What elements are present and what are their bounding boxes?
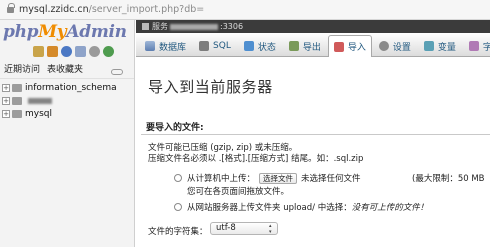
link-icon[interactable] <box>111 69 123 75</box>
upload-server-radio[interactable] <box>174 203 182 211</box>
redaction-mark <box>170 23 218 30</box>
expand-icon[interactable]: + <box>2 110 10 118</box>
tree-item-mysql[interactable]: + mysql <box>2 109 134 119</box>
divider <box>0 78 134 79</box>
upload-server-row[interactable]: 从网站服务器上传文件夹 upload/ 中选择：没有可上传的文件！ <box>174 201 428 213</box>
upload-computer-row[interactable]: 从计算机中上传： 选择文件 未选择任何文件 <box>174 172 361 184</box>
nav-icon-row <box>33 46 114 57</box>
lock-icon <box>7 2 15 14</box>
tab-export[interactable]: 导出 <box>283 35 327 56</box>
compression-example: 压缩文件名必须以 .[格式].[压缩方式] 结尾。如：.sql.zip <box>148 154 364 164</box>
tree-item-label[interactable]: mysql <box>25 109 52 119</box>
address-bar[interactable]: mysql.zzidc.cn/server_import.php?db= <box>0 0 490 20</box>
drag-drop-hint: 您可在各页面间拖放文件。 <box>187 187 290 197</box>
tab-sql[interactable]: SQL <box>193 35 237 56</box>
variables-icon <box>423 41 434 51</box>
reload-icon[interactable] <box>103 46 114 57</box>
favorites-link[interactable]: 表收藏夹 <box>47 62 83 75</box>
recent-link[interactable]: 近期访问 <box>4 62 40 75</box>
database-icon <box>12 110 22 118</box>
settings-icon[interactable] <box>89 46 100 57</box>
database-icon[interactable] <box>47 46 58 57</box>
tree-item-information-schema[interactable]: + information_schema <box>2 83 134 93</box>
max-size-note: (最大限制：50 MB <box>412 174 485 184</box>
export-icon <box>288 41 299 51</box>
breadcrumb-prefix: 服务 <box>152 22 168 31</box>
tab-bar: 数据库 SQL 状态 导出 导入 设置 变量 字 <box>136 33 490 57</box>
import-page: 导入到当前服务器 要导入的文件: 文件可能已压缩 (gzip, zip) 或未压… <box>136 58 490 247</box>
tab-status[interactable]: 状态 <box>238 35 282 56</box>
sql-icon <box>199 41 210 51</box>
import-icon <box>333 41 344 52</box>
breadcrumb-port: :3306 <box>220 22 244 31</box>
left-navigation: phpMyAdmin 近期访问 表收藏夹 + information_schem… <box>0 20 135 247</box>
database-icon <box>145 41 155 51</box>
tab-databases[interactable]: 数据库 <box>139 35 192 56</box>
tab-variables[interactable]: 变量 <box>418 35 462 56</box>
help-icon[interactable] <box>61 46 72 57</box>
section-heading: 要导入的文件: <box>146 123 204 133</box>
choose-file-button[interactable]: 选择文件 <box>259 173 298 184</box>
server-icon <box>142 23 149 30</box>
redaction-mark <box>28 98 52 104</box>
tree-item-label[interactable]: information_schema <box>25 83 117 93</box>
upload-server-label[interactable]: 从网站服务器上传文件夹 upload/ 中选择： <box>187 203 352 213</box>
status-icon <box>243 41 254 51</box>
charset-select[interactable]: utf-8 <box>210 222 278 235</box>
url-text[interactable]: mysql.zzidc.cn/server_import.php?db= <box>19 4 204 15</box>
phpmyadmin-logo[interactable]: phpMyAdmin <box>3 22 127 42</box>
expand-icon[interactable]: + <box>2 84 10 92</box>
nav-links: 近期访问 表收藏夹 <box>4 62 83 75</box>
database-tree: + information_schema + + mysql <box>2 83 134 122</box>
upload-computer-radio[interactable] <box>174 174 182 182</box>
server-breadcrumb[interactable]: 服务 :3306 <box>136 20 490 33</box>
tree-item-redacted[interactable]: + <box>2 96 134 106</box>
tab-import[interactable]: 导入 <box>327 35 372 57</box>
database-icon <box>12 97 22 105</box>
home-icon[interactable] <box>33 46 44 57</box>
charset-icon <box>468 41 479 51</box>
tab-charsets[interactable]: 字 <box>463 35 490 56</box>
settings-icon <box>378 41 389 51</box>
page-title: 导入到当前服务器 <box>148 78 273 96</box>
charset-label: 文件的字符集： <box>148 227 208 237</box>
expand-icon[interactable]: + <box>2 97 10 105</box>
no-file-chosen-text: 未选择任何文件 <box>301 174 361 184</box>
docs-icon[interactable] <box>75 46 86 57</box>
tab-settings[interactable]: 设置 <box>373 35 417 56</box>
no-uploadable-files-text: 没有可上传的文件！ <box>351 203 429 213</box>
upload-computer-label[interactable]: 从计算机中上传： <box>187 174 255 184</box>
database-icon <box>12 84 22 92</box>
